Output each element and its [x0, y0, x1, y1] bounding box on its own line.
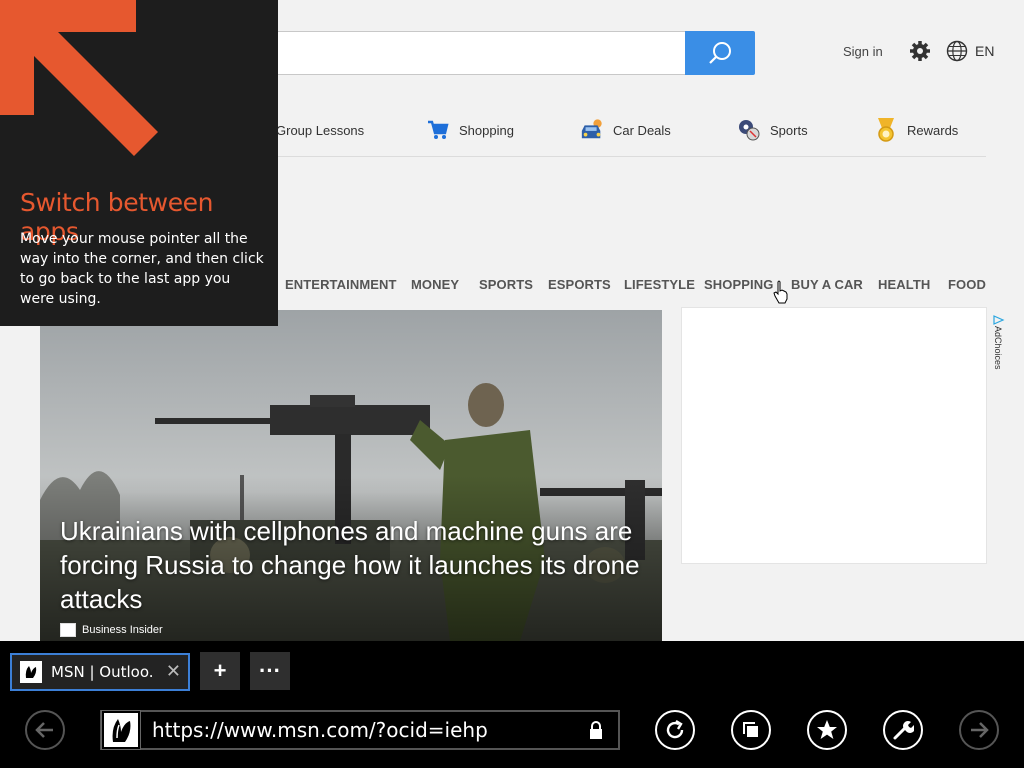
- nav-entertainment[interactable]: ENTERTAINMENT: [285, 277, 397, 292]
- nav-lifestyle[interactable]: LIFESTYLE: [624, 277, 695, 292]
- nav-food[interactable]: FOOD: [948, 277, 986, 292]
- tab-options-button[interactable]: ···: [250, 652, 290, 690]
- search-button[interactable]: [685, 31, 755, 75]
- close-icon[interactable]: ✕: [166, 661, 181, 682]
- nav-shopping[interactable]: SHOPPING: [704, 277, 773, 292]
- url-text[interactable]: https://www.msn.com/?ocid=iehp: [152, 718, 588, 742]
- divider: [278, 156, 986, 157]
- corner-arrow-icon: [0, 0, 158, 156]
- back-button[interactable]: [25, 710, 65, 750]
- tabs-button[interactable]: [731, 710, 771, 750]
- quick-link-label: Group Lessons: [276, 122, 365, 138]
- lock-icon: [590, 721, 602, 739]
- msn-favicon-icon: [101, 710, 141, 750]
- quick-link-rewards[interactable]: Rewards: [874, 114, 958, 146]
- star-icon: [817, 720, 837, 739]
- language-selector[interactable]: EN: [975, 43, 994, 59]
- quick-link-car-deals[interactable]: Car Deals: [580, 114, 671, 146]
- medal-icon: [874, 118, 898, 142]
- quick-link-label: Sports: [770, 122, 808, 138]
- adchoices-label[interactable]: AdChoices: [991, 314, 1005, 374]
- hero-article[interactable]: Ukrainians with cellphones and machine g…: [40, 310, 662, 641]
- sports-ball-icon: [737, 118, 761, 142]
- gear-icon[interactable]: [908, 39, 932, 63]
- hand-cursor-icon: [773, 280, 788, 304]
- nav-esports[interactable]: ESPORTS: [548, 277, 611, 292]
- source-name: Business Insider: [82, 624, 163, 636]
- msn-favicon-icon: [20, 661, 42, 683]
- address-bar[interactable]: https://www.msn.com/?ocid=iehp: [100, 710, 620, 750]
- wrench-icon: [893, 721, 914, 740]
- forward-button[interactable]: [959, 710, 999, 750]
- favorites-button[interactable]: [807, 710, 847, 750]
- search-input[interactable]: [278, 31, 686, 75]
- quick-link-label: Car Deals: [613, 122, 671, 138]
- refresh-icon: [666, 719, 684, 739]
- hero-headline[interactable]: Ukrainians with cellphones and machine g…: [60, 514, 650, 616]
- search-icon: [709, 42, 731, 64]
- quick-link-shopping[interactable]: Shopping: [426, 114, 514, 146]
- nav-money[interactable]: MONEY: [411, 277, 459, 292]
- adchoices-text: AdChoices: [993, 326, 1003, 370]
- new-tab-button[interactable]: +: [200, 652, 240, 690]
- quick-link-label: Shopping: [459, 122, 514, 138]
- quick-link-label: Rewards: [907, 122, 959, 138]
- hero-source: Business Insider: [60, 623, 163, 637]
- refresh-button[interactable]: [655, 710, 695, 750]
- page-tools-button[interactable]: [883, 710, 923, 750]
- tabs-icon: [743, 722, 758, 737]
- switch-apps-tip: Switch between apps Move your mouse poin…: [0, 0, 278, 326]
- nav-buy-a-car[interactable]: BUY A CAR: [791, 277, 863, 292]
- nav-sports[interactable]: SPORTS: [479, 277, 533, 292]
- source-logo: [60, 623, 76, 637]
- arrow-left-icon: [35, 722, 53, 738]
- sign-in-link[interactable]: Sign in: [843, 44, 883, 59]
- globe-icon[interactable]: [946, 40, 968, 62]
- quick-link-group-lessons[interactable]: Group Lessons: [276, 114, 364, 146]
- browser-tab[interactable]: MSN | Outloo... ✕: [10, 653, 190, 691]
- arrow-right-icon: [971, 722, 989, 738]
- ad-container: [681, 307, 987, 564]
- tab-title: MSN | Outloo...: [51, 663, 155, 681]
- car-icon: [580, 118, 604, 142]
- shopping-cart-icon: [426, 118, 450, 142]
- tip-body: Move your mouse pointer all the way into…: [20, 231, 264, 307]
- nav-health[interactable]: HEALTH: [878, 277, 930, 292]
- quick-link-sports[interactable]: Sports: [737, 114, 808, 146]
